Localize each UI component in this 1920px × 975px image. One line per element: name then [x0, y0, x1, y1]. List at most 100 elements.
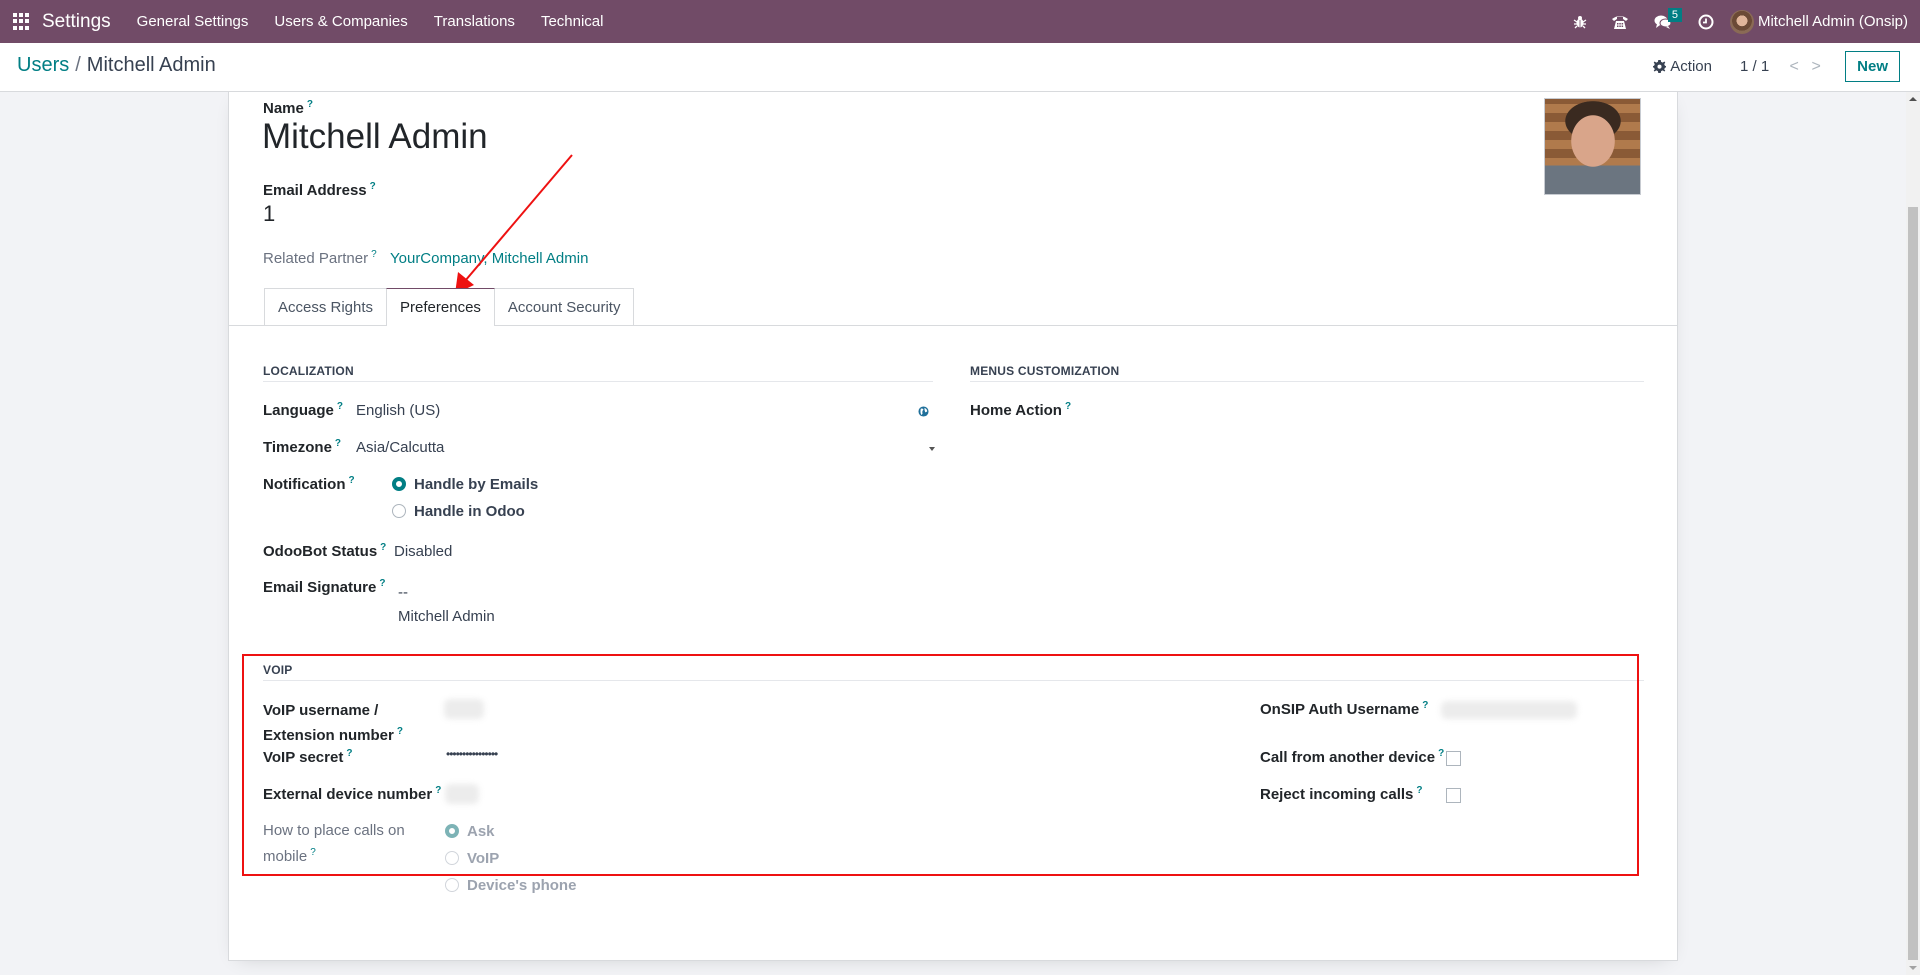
external-device-help-icon[interactable]: ?: [435, 785, 441, 796]
localization-section-title: LOCALIZATION: [263, 364, 354, 378]
timezone-select[interactable]: Asia/Calcutta: [356, 439, 916, 456]
voip-username-help-icon[interactable]: ?: [397, 726, 403, 737]
pager-next-icon[interactable]: >: [1805, 58, 1827, 76]
mobile-option-device-phone[interactable]: Device's phone: [445, 876, 576, 894]
reject-incoming-calls-checkbox[interactable]: [1446, 788, 1461, 803]
voip-secret-field[interactable]: ••••••••••••••••: [446, 747, 498, 761]
voip-username-label-line2: Extension number: [263, 727, 394, 744]
mobile-option-ask[interactable]: Ask: [445, 822, 576, 840]
reject-incoming-calls-help-icon[interactable]: ?: [1416, 785, 1422, 796]
odoobot-help-icon[interactable]: ?: [380, 542, 386, 553]
debug-bug-icon[interactable]: [1560, 0, 1600, 43]
call-from-another-device-label: Call from another device?: [1260, 748, 1444, 766]
home-action-help-icon[interactable]: ?: [1065, 401, 1071, 412]
external-device-label-text: External device number: [263, 786, 433, 803]
mobile-call-method-label-line2: mobile: [263, 848, 308, 865]
odoobot-status-label: OdooBot Status?: [263, 542, 386, 560]
onsip-username-label-text: OnSIP Auth Username: [1260, 701, 1420, 718]
call-from-another-device-label-text: Call from another device: [1260, 749, 1436, 766]
home-action-label-text: Home Action: [970, 402, 1062, 419]
related-partner-help-icon[interactable]: ?: [371, 249, 377, 260]
reject-incoming-calls-label: Reject incoming calls?: [1260, 785, 1423, 803]
email-signature-label-text: Email Signature: [263, 579, 377, 596]
language-select[interactable]: English (US): [356, 402, 916, 419]
voip-secret-help-icon[interactable]: ?: [346, 748, 352, 759]
user-photo[interactable]: [1544, 98, 1641, 195]
menu-translations[interactable]: Translations: [421, 13, 528, 30]
breadcrumb: Users / Mitchell Admin: [17, 54, 216, 77]
radio-device-phone[interactable]: [445, 878, 459, 892]
apps-grid-icon[interactable]: [13, 12, 31, 31]
name-help-icon[interactable]: ?: [307, 99, 313, 110]
voip-username-field[interactable]: [444, 699, 484, 719]
call-from-another-device-checkbox[interactable]: [1446, 751, 1461, 766]
name-label-text: Name: [263, 100, 304, 117]
notification-option-label: Handle by Emails: [414, 475, 539, 493]
radio-ask[interactable]: [445, 824, 459, 838]
home-action-label: Home Action?: [970, 401, 1071, 419]
external-device-label: External device number?: [263, 785, 441, 803]
menu-general-settings[interactable]: General Settings: [124, 13, 262, 30]
mobile-call-method-radio-group: Ask VoIP Device's phone: [445, 822, 576, 894]
name-field[interactable]: Mitchell Admin: [262, 117, 488, 157]
email-signature-help-icon[interactable]: ?: [379, 578, 385, 589]
tab-access-rights[interactable]: Access Rights: [264, 288, 388, 325]
radio-handle-by-emails[interactable]: [392, 477, 406, 491]
mobile-call-method-label: How to place calls on mobile?: [263, 820, 405, 868]
menu-technical[interactable]: Technical: [528, 13, 617, 30]
user-name: Mitchell Admin (Onsip): [1757, 13, 1908, 30]
notification-option-emails[interactable]: Handle by Emails: [392, 475, 538, 493]
mobile-call-method-help-icon[interactable]: ?: [310, 847, 316, 858]
globe-icon[interactable]: [918, 404, 929, 421]
scroll-down-arrow-icon[interactable]: [1909, 966, 1917, 970]
messaging-chat-icon[interactable]: 5: [1640, 0, 1686, 43]
language-label-text: Language: [263, 402, 334, 419]
radio-handle-in-odoo[interactable]: [392, 504, 406, 518]
localization-separator: [263, 381, 933, 382]
app-brand[interactable]: Settings: [42, 11, 111, 33]
timezone-caret-down-icon[interactable]: [929, 447, 935, 451]
email-field[interactable]: 1: [263, 201, 275, 227]
tab-preferences[interactable]: Preferences: [386, 288, 495, 326]
user-menu[interactable]: Mitchell Admin (Onsip): [1726, 9, 1920, 34]
voip-phone-icon[interactable]: [1600, 0, 1640, 43]
scrollbar-thumb[interactable]: [1908, 207, 1918, 960]
email-label-text: Email Address: [263, 182, 367, 199]
name-label: Name?: [263, 99, 313, 117]
user-avatar: [1729, 9, 1754, 34]
breadcrumb-users-link[interactable]: Users: [17, 54, 69, 76]
vertical-scrollbar[interactable]: [1906, 92, 1920, 975]
menus-customization-separator: [970, 381, 1644, 382]
mobile-option-label: VoIP: [467, 849, 500, 867]
scroll-up-arrow-icon[interactable]: [1909, 97, 1917, 101]
menu-users-companies[interactable]: Users & Companies: [261, 13, 420, 30]
pager-value[interactable]: 1 / 1: [1740, 58, 1769, 75]
email-help-icon[interactable]: ?: [370, 181, 376, 192]
top-navbar: Settings General Settings Users & Compan…: [0, 0, 1920, 43]
new-button[interactable]: New: [1845, 51, 1900, 82]
action-menu-button[interactable]: Action: [1653, 58, 1712, 75]
language-help-icon[interactable]: ?: [337, 401, 343, 412]
action-label: Action: [1670, 58, 1712, 75]
notification-option-odoo[interactable]: Handle in Odoo: [392, 502, 538, 520]
external-device-field[interactable]: [445, 784, 479, 804]
timezone-help-icon[interactable]: ?: [335, 438, 341, 449]
related-partner-link[interactable]: YourCompany, Mitchell Admin: [390, 250, 588, 267]
menus-customization-section-title: MENUS CUSTOMIZATION: [970, 364, 1120, 378]
call-from-another-device-help-icon[interactable]: ?: [1438, 748, 1444, 759]
home-action-field[interactable]: [1229, 397, 1639, 421]
onsip-username-field[interactable]: [1441, 701, 1577, 719]
radio-voip[interactable]: [445, 851, 459, 865]
notification-label-text: Notification: [263, 476, 346, 493]
form-sheet: Name? Mitchell Admin Email Address? 1 Re…: [228, 92, 1678, 961]
language-label: Language?: [263, 401, 343, 419]
notification-help-icon[interactable]: ?: [349, 475, 355, 486]
mobile-option-voip[interactable]: VoIP: [445, 849, 576, 867]
pager-previous-icon[interactable]: <: [1783, 58, 1805, 76]
tab-account-security[interactable]: Account Security: [493, 288, 635, 325]
email-signature-field[interactable]: -- Mitchell Admin: [398, 581, 495, 629]
breadcrumb-separator: /: [75, 54, 81, 76]
onsip-username-help-icon[interactable]: ?: [1422, 700, 1428, 711]
activity-clock-icon[interactable]: [1686, 0, 1726, 43]
odoobot-status-value[interactable]: Disabled: [394, 543, 452, 560]
